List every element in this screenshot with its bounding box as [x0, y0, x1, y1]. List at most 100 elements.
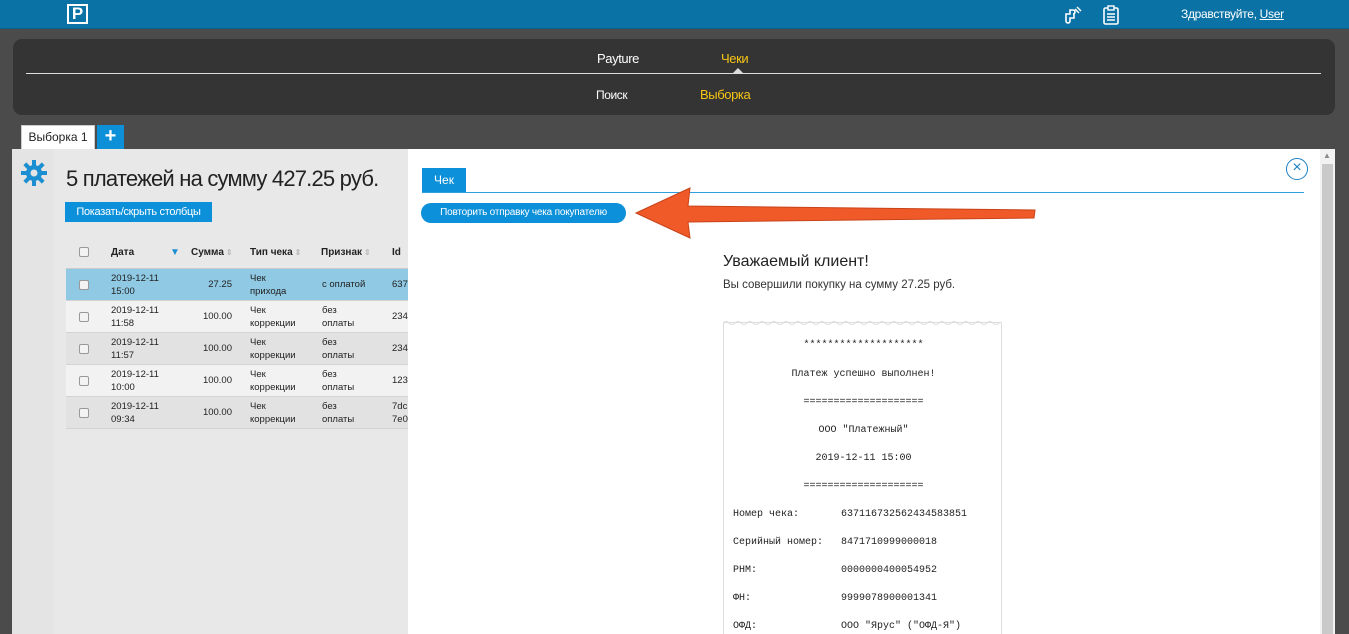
header-sign[interactable]: Признак ⇕: [321, 247, 371, 258]
cell-id: 637: [392, 279, 408, 290]
table-row[interactable]: 2019-12-11 09:34 100.00 Чек коррекции без о…: [66, 397, 408, 429]
scrollbar-thumb[interactable]: [1322, 164, 1333, 634]
header-amount[interactable]: Сумма ⇕: [191, 247, 233, 258]
user-link[interactable]: User: [1260, 7, 1284, 21]
table-row[interactable]: 2019-12-11 15:00 27.25 Чек прихода с оплат…: [66, 269, 408, 301]
subnav-vyborka[interactable]: Выборка: [700, 87, 751, 102]
sort-desc-icon[interactable]: ▼: [170, 247, 180, 258]
table-header: Дата ▼ Сумма ⇕ Тип чека ⇕ Признак ⇕ Id: [66, 237, 408, 269]
cell-date: 2019-12-11 11:57: [111, 336, 159, 362]
subnav-poisk[interactable]: Поиск: [596, 88, 628, 102]
cell-sign-line1: без: [322, 305, 337, 316]
cell-id: 234: [392, 343, 408, 354]
cell-sign-line1: без: [322, 369, 337, 380]
cell-type: Чек коррекции: [250, 304, 296, 330]
table-row[interactable]: 2019-12-11 11:58 100.00 Чек коррекции без о…: [66, 301, 408, 333]
greeting-title: Уважаемый клиент!: [723, 253, 869, 270]
receipt-row: ОФД: ООО "Ярус" ("ОФД-Я"): [733, 621, 1012, 632]
toggle-columns-button[interactable]: Показать/скрыть столбцы: [65, 202, 212, 222]
cell-date-time: 15:00: [111, 286, 135, 297]
nav-cheki[interactable]: Чеки: [721, 51, 749, 66]
receipt-row: ФН: 9999078900001341: [733, 593, 1012, 604]
row-checkbox[interactable]: [79, 312, 89, 322]
cell-date: 2019-12-11 15:00: [111, 272, 159, 298]
cell-date: 2019-12-11 09:34: [111, 400, 159, 426]
header-id[interactable]: Id: [392, 247, 401, 258]
row-checkbox[interactable]: [79, 376, 89, 386]
cell-date-day: 2019-12-11: [111, 273, 159, 284]
header-amount-label: Сумма: [191, 247, 224, 258]
cell-sign: с оплатой: [322, 278, 365, 291]
table-row[interactable]: 2019-12-11 11:57 100.00 Чек коррекции без о…: [66, 333, 408, 365]
receipt-datetime: 2019-12-11 15:00: [815, 453, 912, 464]
close-icon[interactable]: ×: [1286, 158, 1308, 180]
tab-chek[interactable]: Чек: [422, 168, 466, 192]
cell-type-line1: Чек: [250, 305, 266, 316]
row-checkbox[interactable]: [79, 408, 89, 418]
receipt-company: ООО "Платежный": [818, 425, 909, 436]
logo[interactable]: P: [67, 4, 88, 24]
cell-type: Чек коррекции: [250, 368, 296, 394]
header-date[interactable]: Дата: [111, 247, 134, 258]
cell-date: 2019-12-11 10:00: [111, 368, 159, 394]
cell-type-line1: Чек: [250, 273, 266, 284]
cell-id: 7dc 7e0: [392, 400, 408, 426]
top-bar: P Здравствуйте, User: [0, 0, 1349, 29]
scroll-up-icon[interactable]: ▲: [1323, 151, 1331, 160]
cell-date-day: 2019-12-11: [111, 305, 159, 316]
tab-vyborka-1[interactable]: Выборка 1: [21, 125, 95, 149]
resend-receipt-button[interactable]: Повторить отправку чека покупателю: [421, 203, 626, 223]
receipt-edge: [723, 321, 1000, 325]
row-checkbox[interactable]: [79, 344, 89, 354]
arrow-annotation-icon: [634, 187, 1036, 239]
left-panel: 5 платежей на сумму 427.25 руб. Показать…: [12, 149, 408, 634]
cell-id: 123: [392, 375, 408, 386]
cell-sign-line1: с оплатой: [322, 279, 366, 290]
clipboard-icon[interactable]: [1102, 5, 1122, 25]
cell-sign-line2: оплаты: [322, 382, 355, 393]
cell-amount: 100.00: [202, 343, 232, 354]
cell-sign: без оплаты: [322, 368, 354, 394]
cell-sign-line2: оплаты: [322, 414, 355, 425]
receipt-value: ООО "Ярус" ("ОФД-Я"): [841, 621, 962, 632]
cell-id: 234: [392, 311, 408, 322]
cell-sign-line2: оплаты: [322, 350, 355, 361]
payments-summary: 5 платежей на сумму 427.25 руб.: [66, 166, 379, 191]
table-row[interactable]: 2019-12-11 10:00 100.00 Чек коррекции без о…: [66, 365, 408, 397]
sort-icon: ⇕: [294, 248, 302, 257]
header-type-label: Тип чека: [250, 247, 293, 258]
cell-type-line1: Чек: [250, 337, 266, 348]
cell-date-time: 11:58: [111, 318, 135, 329]
cell-amount: 100.00: [202, 375, 232, 386]
cell-type-line2: коррекции: [250, 414, 296, 425]
cell-id-line1: 7dc: [392, 401, 408, 412]
cell-amount: 100.00: [202, 407, 232, 418]
cell-type: Чек коррекции: [250, 400, 296, 426]
receipt-row: Номер чека: 637116732562434583851: [733, 509, 1012, 520]
cell-type: Чек коррекции: [250, 336, 296, 362]
plugin-icon[interactable]: [1063, 5, 1083, 25]
cell-date-time: 10:00: [111, 382, 135, 393]
cell-amount: 27.25: [208, 279, 232, 290]
cell-type-line2: коррекции: [250, 350, 296, 361]
add-tab-button[interactable]: +: [97, 125, 124, 149]
nav-payture[interactable]: Payture: [597, 51, 639, 66]
cell-amount: 100.00: [202, 311, 232, 322]
receipt-value: 9999078900001341: [841, 593, 938, 604]
header-id-label: Id: [392, 247, 401, 258]
receipt-stars: ********************: [803, 340, 924, 351]
select-all-checkbox[interactable]: [79, 247, 89, 257]
nav-panel: [13, 39, 1335, 115]
receipt-key: Номер чека:: [733, 509, 800, 520]
greeting-text: Вы совершили покупку на сумму 27.25 руб.: [723, 279, 956, 291]
receipt-key: РНМ:: [733, 565, 758, 576]
header-type[interactable]: Тип чека ⇕: [250, 247, 301, 258]
cell-sign: без оплаты: [322, 400, 354, 426]
receipt-separator: ====================: [803, 397, 924, 408]
cell-type-line2: прихода: [250, 286, 287, 297]
receipt-value: 8471710999000018: [841, 537, 938, 548]
row-checkbox[interactable]: [79, 280, 89, 290]
gear-icon[interactable]: [20, 159, 48, 187]
receipt-value: 0000000400054952: [841, 565, 938, 576]
cell-sign-line1: без: [322, 337, 337, 348]
